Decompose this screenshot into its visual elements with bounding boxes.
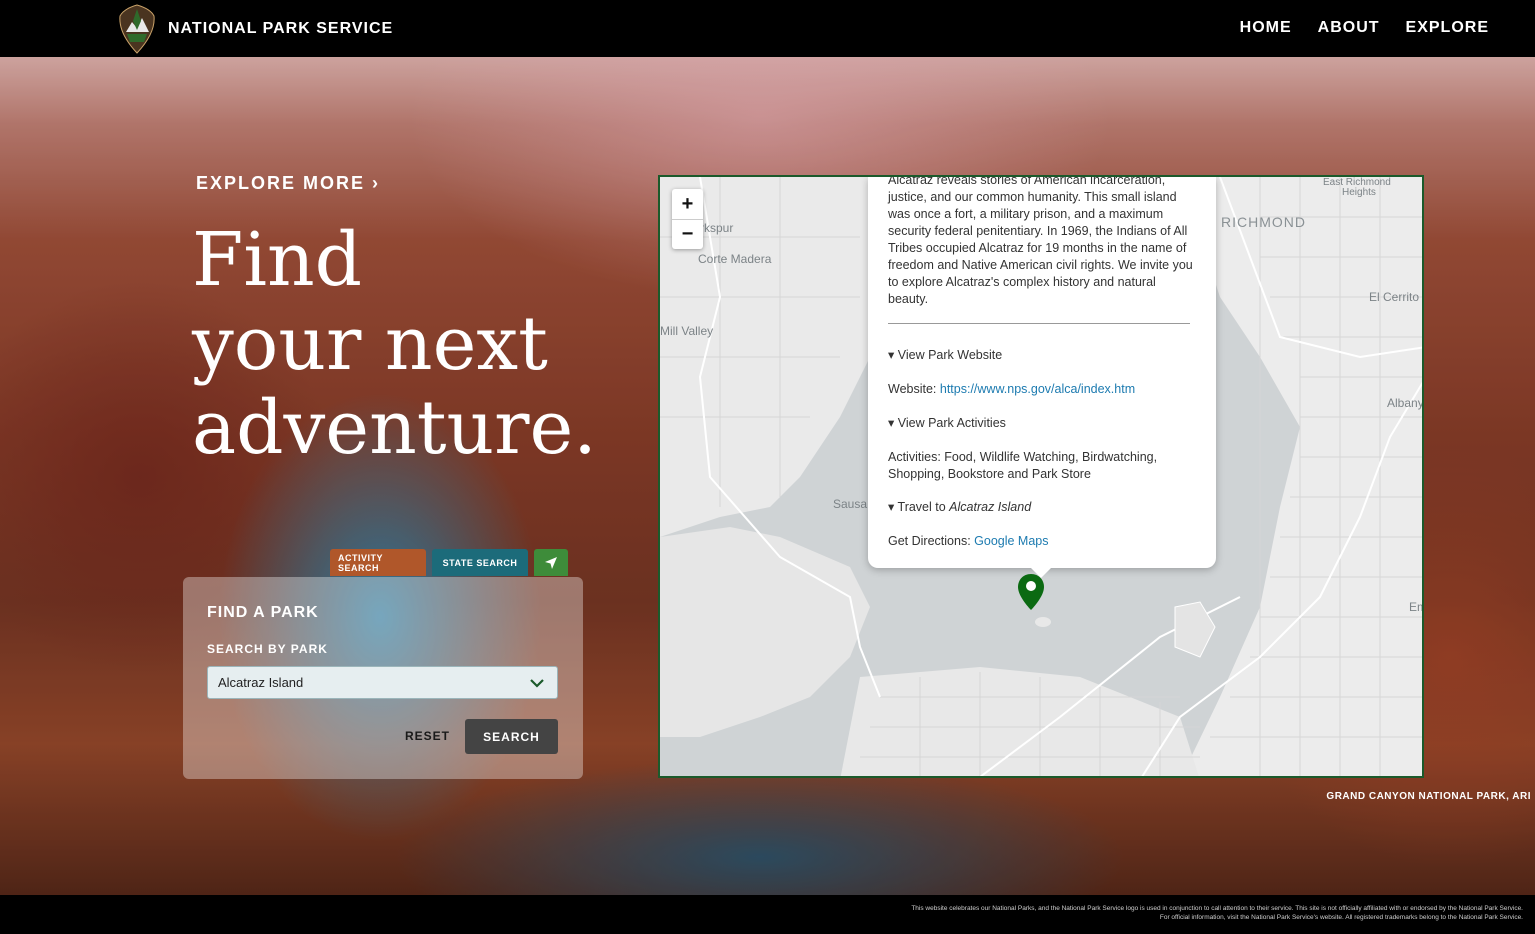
- travel-place: Alcatraz Island: [949, 500, 1032, 514]
- photo-caption: GRAND CANYON NATIONAL PARK, ARI: [1326, 791, 1531, 802]
- brand-name: NATIONAL PARK SERVICE: [168, 20, 394, 37]
- search-button[interactable]: SEARCH: [465, 719, 558, 754]
- directions-label: Get Directions:: [888, 534, 975, 548]
- park-website-link[interactable]: https://www.nps.gov/alca/index.htm: [940, 382, 1135, 396]
- park-select[interactable]: Alcatraz Island: [207, 666, 558, 699]
- tab-state-search[interactable]: STATE SEARCH: [432, 549, 528, 576]
- map-label-albany: Albany: [1387, 396, 1424, 410]
- toggle-park-website[interactable]: ▾ View Park Website: [888, 347, 1198, 364]
- nav-explore[interactable]: EXPLORE: [1406, 19, 1489, 37]
- headline-line-1: Find: [192, 217, 363, 303]
- map-label-sausalito: Sausa: [833, 497, 868, 511]
- park-select-value: Alcatraz Island: [218, 675, 304, 690]
- google-maps-link[interactable]: Google Maps: [974, 534, 1048, 548]
- map-label-mill-valley: Mill Valley: [660, 324, 714, 338]
- map-label-corte-madera: Corte Madera: [698, 252, 772, 266]
- tab-locate[interactable]: [534, 549, 568, 576]
- nps-arrowhead-logo: [119, 4, 155, 54]
- search-by-park-label: SEARCH BY PARK: [207, 642, 328, 656]
- chevron-down-icon: [530, 679, 544, 688]
- nav-about[interactable]: ABOUT: [1318, 19, 1380, 37]
- park-popup: Alcatraz reveals stories of American inc…: [868, 175, 1216, 578]
- map-label-el-cerrito: El Cerrito: [1369, 290, 1420, 304]
- headline-line-2: your next: [192, 301, 548, 387]
- zoom-out-button[interactable]: −: [672, 219, 703, 249]
- explore-more-link[interactable]: EXPLORE MORE ›: [196, 173, 380, 194]
- map-label-heights: Heights: [1342, 187, 1376, 198]
- directions-row: Get Directions: Google Maps: [888, 533, 1198, 550]
- zoom-control: + −: [672, 189, 703, 249]
- website-label: Website:: [888, 382, 940, 396]
- main-nav: HOME ABOUT EXPLORE: [1240, 19, 1489, 37]
- top-nav-bar: NATIONAL PARK SERVICE HOME ABOUT EXPLORE: [0, 0, 1535, 57]
- reset-button[interactable]: RESET: [405, 729, 450, 743]
- search-tabs: ACTIVITY SEARCH STATE SEARCH: [330, 549, 568, 576]
- toggle-travel[interactable]: ▾ Travel to Alcatraz Island: [888, 499, 1198, 516]
- location-arrow-icon: [545, 556, 557, 569]
- hero-headline: Find your next adventure.: [192, 218, 612, 470]
- website-row: Website: https://www.nps.gov/alca/index.…: [888, 381, 1198, 398]
- popup-divider: [888, 323, 1190, 324]
- zoom-in-button[interactable]: +: [672, 189, 703, 219]
- toggle-park-activities[interactable]: ▾ View Park Activities: [888, 415, 1198, 432]
- park-activities: Activities: Food, Wildlife Watching, Bir…: [888, 450, 1158, 481]
- footer: This website celebrates our National Par…: [0, 895, 1535, 934]
- map-label-emeryville: Em: [1409, 600, 1422, 614]
- map-label-larkspur: rkspur: [700, 221, 734, 235]
- tab-activity-search[interactable]: ACTIVITY SEARCH: [330, 549, 426, 576]
- brand[interactable]: NATIONAL PARK SERVICE: [118, 4, 393, 54]
- park-description: Alcatraz reveals stories of American inc…: [888, 175, 1193, 306]
- travel-toggle-label: ▾ Travel to: [888, 500, 950, 514]
- panel-title: FIND A PARK: [207, 604, 319, 621]
- find-park-panel: FIND A PARK SEARCH BY PARK Alcatraz Isla…: [183, 577, 583, 779]
- map-label-richmond: RICHMOND: [1221, 214, 1306, 230]
- headline-line-3: adventure.: [192, 385, 597, 471]
- map-marker-icon[interactable]: [1016, 573, 1046, 611]
- footer-disclaimer: This website celebrates our National Par…: [911, 905, 1523, 921]
- nav-home[interactable]: HOME: [1240, 19, 1292, 37]
- park-map[interactable]: rkspur Corte Madera Mill Valley Sausa RI…: [658, 175, 1424, 778]
